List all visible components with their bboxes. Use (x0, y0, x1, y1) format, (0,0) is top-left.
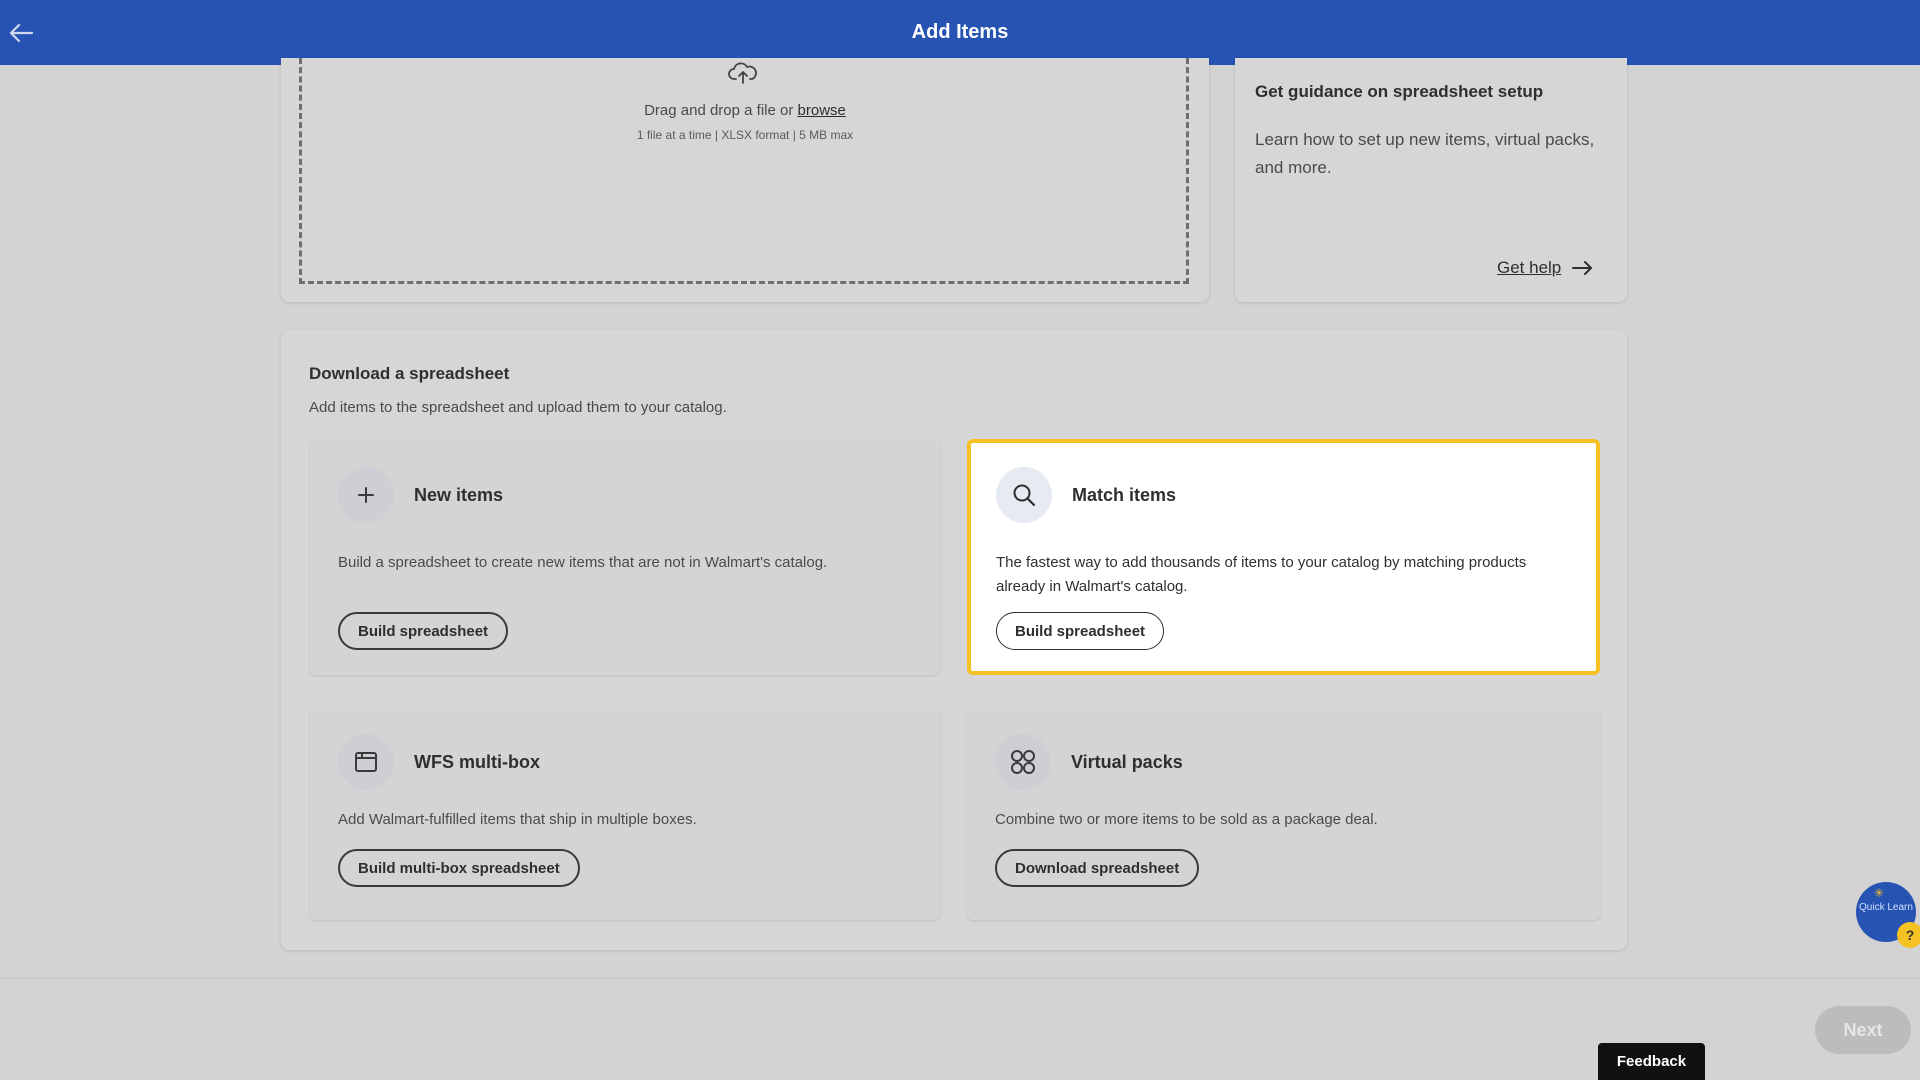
upload-constraints: 1 file at a time | XLSX format | 5 MB ma… (636, 128, 854, 142)
build-multibox-spreadsheet-button[interactable]: Build multi-box spreadsheet (338, 849, 580, 887)
plus-icon (338, 467, 394, 523)
dropzone-text: Drag and drop a file or (644, 102, 794, 119)
upload-card (281, 58, 1209, 302)
build-new-items-spreadsheet-button[interactable]: Build spreadsheet (338, 612, 509, 650)
grid-circles-icon (995, 734, 1051, 790)
option-description: Build a spreadsheet to create new items … (338, 554, 828, 571)
help-card: Get guidance on spreadsheet setup Learn … (1235, 58, 1627, 302)
new-items-card: New items Build a spreadsheet to create … (310, 439, 940, 675)
virtual-packs-card: Virtual packs Combine two or more items … (967, 706, 1600, 920)
option-title: Match items (1072, 485, 1177, 505)
search-icon (996, 467, 1052, 523)
quick-learn-label: Quick Learn (1859, 902, 1913, 913)
page-title: Add Items (911, 21, 1009, 43)
box-icon (338, 734, 394, 790)
download-virtual-packs-spreadsheet-button[interactable]: Download spreadsheet (995, 849, 1200, 887)
spark-icon: ✳ (1874, 886, 1885, 900)
download-spreadsheet-section: Download a spreadsheet Add items to the … (281, 330, 1627, 950)
quick-learn-badge: ? (1897, 922, 1920, 948)
option-description: The fastest way to add thousands of item… (996, 554, 1527, 595)
build-match-items-spreadsheet-button[interactable]: Build spreadsheet (996, 612, 1165, 650)
wfs-multibox-card: WFS multi-box Add Walmart-fulfilled item… (310, 706, 940, 920)
section-description: Add items to the spreadsheet and upload … (309, 399, 727, 416)
section-title: Download a spreadsheet (309, 364, 510, 383)
option-title: Virtual packs (1071, 752, 1183, 772)
next-button[interactable]: Next (1815, 1006, 1911, 1054)
feedback-button[interactable]: Feedback (1598, 1043, 1705, 1080)
option-title: WFS multi-box (414, 752, 540, 772)
top-bar: Add Items (0, 0, 1920, 65)
arrow-right-icon (1572, 261, 1593, 275)
option-description: Combine two or more items to be sold as … (995, 811, 1378, 828)
option-title: New items (414, 485, 504, 505)
get-help-label: Get help (1497, 258, 1562, 277)
get-help-link[interactable]: Get help (1497, 258, 1595, 278)
cloud-upload-icon (728, 62, 757, 84)
dropzone-instructions: Drag and drop a file or browse (281, 102, 1209, 119)
help-title: Get guidance on spreadsheet setup (1255, 82, 1544, 101)
option-description: Add Walmart-fulfilled items that ship in… (338, 811, 697, 828)
match-items-card: Match items The fastest way to add thous… (967, 439, 1600, 675)
file-dropzone[interactable] (299, 58, 1189, 284)
help-description: Learn how to set up new items, virtual p… (1255, 130, 1595, 177)
browse-link[interactable]: browse (798, 102, 846, 119)
